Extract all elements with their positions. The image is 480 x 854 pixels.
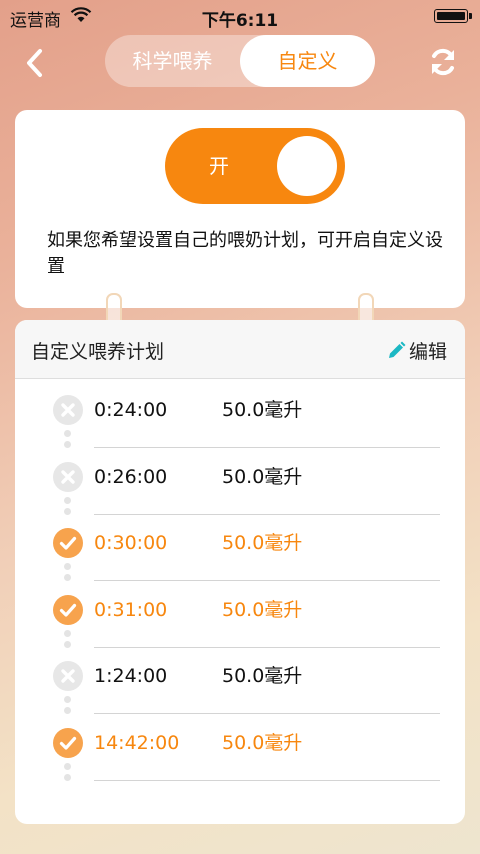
feeding-time: 0:30:00 — [94, 532, 168, 554]
custom-plan-card: 自定义喂养计划 编辑 0:24:00 50.0毫升 0:26:00 50.0毫升 0:3… — [15, 320, 465, 824]
feeding-time: 0:26:00 — [94, 465, 168, 488]
edit-button[interactable]: 编辑 — [386, 320, 447, 384]
feeding-time: 14:42:00 — [94, 731, 180, 754]
back-button[interactable] — [22, 47, 48, 79]
timeline-dot — [64, 574, 71, 581]
feeding-time: 0:31:00 — [94, 598, 168, 621]
plan-row[interactable]: 1:24:00 50.0毫升 — [15, 648, 465, 714]
plan-row[interactable]: 0:31:00 50.0毫升 — [15, 582, 465, 648]
check-circle-icon — [53, 528, 83, 558]
timeline-dot — [64, 507, 71, 515]
plan-row[interactable]: 0:26:00 50.0毫升 — [15, 449, 465, 515]
timeline-dot — [64, 707, 71, 714]
plan-header: 自定义喂养计划 编辑 — [15, 320, 465, 379]
custom-toggle-card: 开 如果您希望设置自己的喂奶计划，可开启自定义设置 — [15, 110, 465, 308]
pencil-icon — [388, 341, 406, 358]
timeline-dot — [64, 496, 71, 504]
mode-segmented-control: 科学喂养 自定义 — [105, 35, 375, 87]
plan-title: 自定义喂养计划 — [31, 341, 165, 363]
status-time: 下午6:11 — [201, 11, 279, 31]
feeding-amount: 50.0毫升 — [222, 665, 303, 687]
timeline-dot — [64, 629, 71, 637]
check-circle-icon — [53, 594, 83, 625]
edit-label: 编辑 — [408, 341, 447, 363]
tab-scientific-feeding[interactable]: 科学喂养 — [105, 35, 240, 87]
timeline-dot — [64, 640, 71, 648]
feeding-amount: 50.0毫升 — [222, 399, 303, 421]
plan-row[interactable]: 0:24:00 50.0毫升 — [15, 382, 465, 448]
switch-knob — [277, 136, 337, 196]
switch-label: 开 — [209, 154, 229, 178]
status-bar: 运营商 下午6:11 — [0, 0, 480, 32]
feeding-amount: 50.0毫升 — [222, 465, 303, 488]
row-divider — [94, 779, 440, 781]
timeline-dot — [64, 430, 71, 437]
timeline-dot — [64, 563, 71, 570]
refresh-icon — [432, 48, 454, 76]
custom-plan-switch[interactable]: 开 — [165, 128, 345, 204]
x-circle-icon — [53, 661, 83, 691]
feeding-time: 0:24:00 — [94, 399, 168, 421]
plan-row[interactable]: 14:42:00 50.0毫升 — [15, 715, 465, 781]
timeline-dot — [64, 773, 71, 781]
x-circle-icon — [53, 461, 83, 492]
timeline-dot — [64, 762, 71, 770]
timeline-dot — [64, 696, 71, 703]
check-circle-icon — [53, 727, 83, 758]
tab-custom[interactable]: 自定义 — [240, 35, 375, 87]
feeding-amount: 50.0毫升 — [222, 598, 303, 621]
description-text: 如果您希望设置自己的喂奶计划，可开启自定义设置 — [47, 230, 443, 277]
feeding-amount: 50.0毫升 — [222, 532, 303, 554]
plan-row[interactable]: 0:30:00 50.0毫升 — [15, 515, 465, 581]
chevron-left-icon — [27, 49, 42, 77]
battery-icon — [434, 9, 472, 23]
timeline-dot — [64, 441, 71, 448]
refresh-button[interactable] — [426, 45, 460, 79]
x-circle-icon — [53, 395, 83, 425]
feeding-amount: 50.0毫升 — [222, 731, 303, 754]
feeding-time: 1:24:00 — [94, 665, 168, 687]
